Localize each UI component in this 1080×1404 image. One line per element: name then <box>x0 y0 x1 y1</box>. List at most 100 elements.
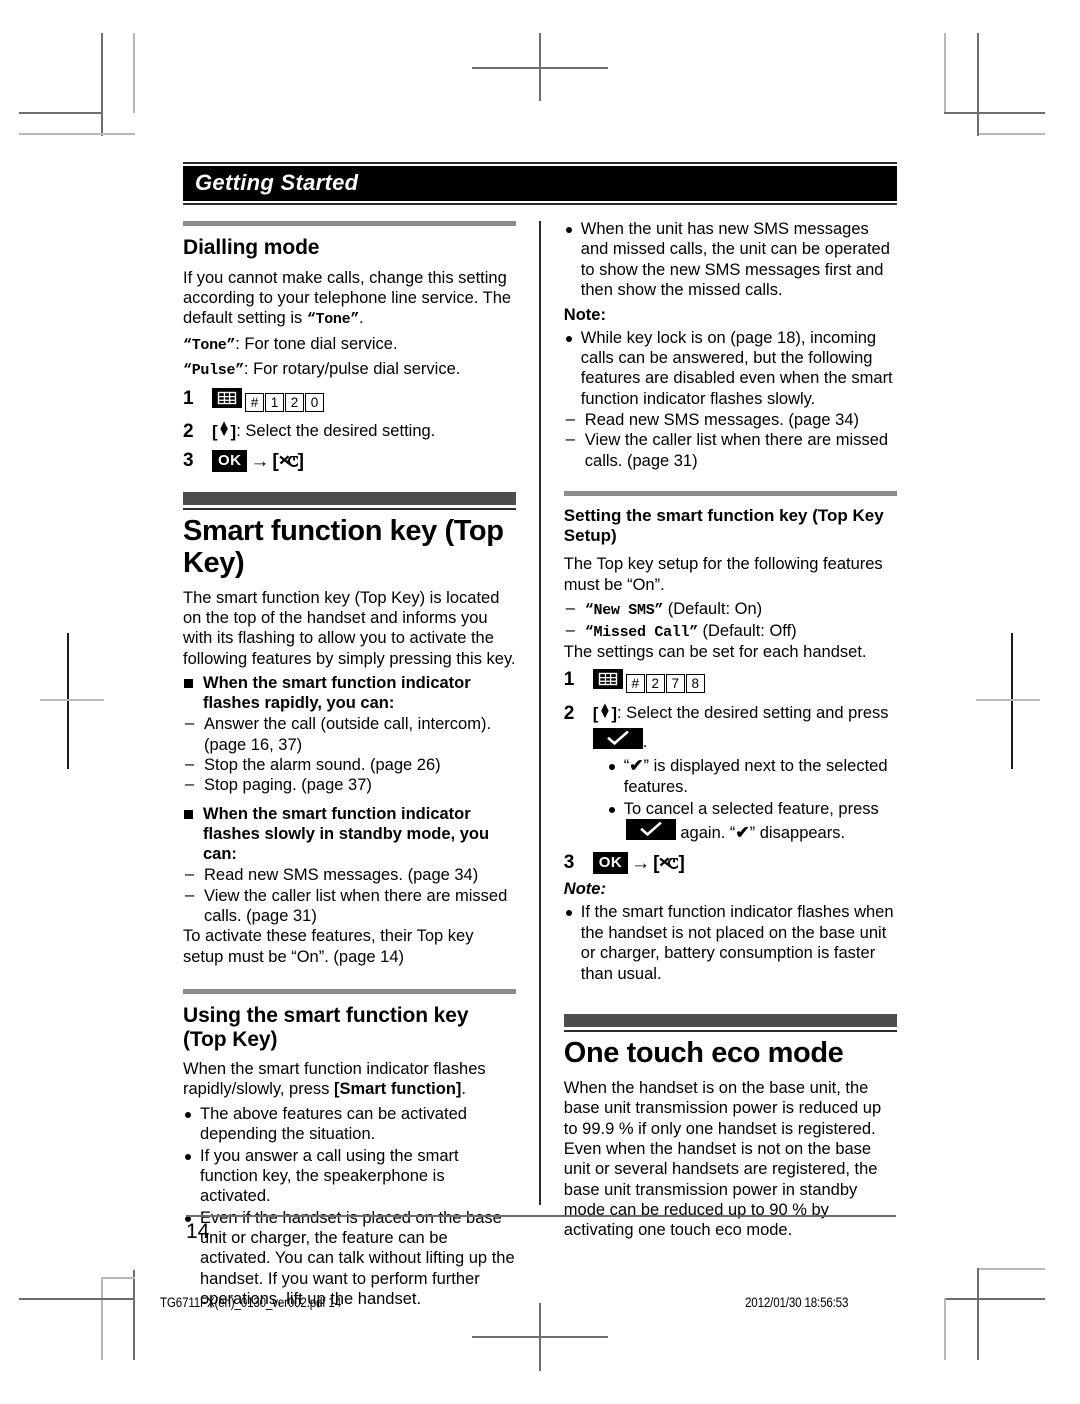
check-key-icon[interactable] <box>625 818 676 840</box>
dialling-tone-desc: : For tone dial service. <box>235 334 398 353</box>
power-off-key-icon[interactable]: [] <box>653 853 685 874</box>
crop-mark-bottom-left-v2 <box>101 1278 103 1360</box>
list-item: View the caller list when there are miss… <box>564 429 897 471</box>
page-number: 14 <box>186 1220 210 1243</box>
crop-mark-bottom-right-h2 <box>977 1268 1045 1270</box>
list-item: Answer the call (outside call, intercom)… <box>183 713 516 755</box>
check-key-period: . <box>642 732 648 751</box>
list-item: To cancel a selected feature, press agai… <box>607 799 897 844</box>
top-key-setup-step-1-number: 1 <box>563 669 575 691</box>
crop-mark-left-mid-v <box>67 633 69 769</box>
note-1-sub-items: Read new SMS messages. (page 34) View th… <box>564 409 897 471</box>
dialling-step-1: 1 #1 2 0 <box>183 387 516 414</box>
power-off-key-icon[interactable]: [] <box>272 451 304 472</box>
list-item: While key lock is on (page 18), incoming… <box>564 328 897 410</box>
key-2[interactable]: 2 <box>285 392 304 412</box>
top-key-setup-step-1: 1 #2 7 8 <box>564 669 897 695</box>
key-hash[interactable]: # <box>625 674 645 694</box>
crop-mark-bottom-left-h <box>19 1298 135 1300</box>
chapter-banner: Getting Started <box>183 166 897 202</box>
keypad-icon[interactable] <box>592 669 623 690</box>
key-hash[interactable]: # <box>245 392 264 412</box>
top-key-setup-note-bullets: If the smart function indicator flashes … <box>564 902 897 984</box>
heading-one-touch-eco-mode: One touch eco mode <box>563 1036 844 1069</box>
ok-key-icon[interactable]: OK <box>592 851 629 874</box>
crop-mark-top-left-v <box>101 33 103 113</box>
list-item: When the unit has new SMS messages and m… <box>564 219 897 301</box>
right-column: When the unit has new SMS messages and m… <box>550 219 897 1310</box>
smart-function-key-label[interactable]: [Smart function] <box>334 1080 461 1098</box>
dialling-step-1-keys: #1 2 0 <box>212 387 516 414</box>
top-key-setup-step-1-keys: #2 7 8 <box>592 669 897 695</box>
dialling-tone-key: “Tone” <box>183 336 236 354</box>
crop-mark-bottom-left-v <box>133 1270 135 1360</box>
subdot-1-b: ” is displayed next to the selected feat… <box>623 757 888 797</box>
crop-mark-top-right-h2 <box>977 133 1045 135</box>
dialling-step-2: 2 [▲ ▼]: Select the desired setting. <box>183 418 516 443</box>
divider-bar <box>183 491 517 505</box>
top-key-setup-intro-2: The settings can be set for each handset… <box>563 643 867 662</box>
crop-mark-right-mid-v <box>1011 633 1013 769</box>
key-0[interactable]: 0 <box>305 392 324 412</box>
column-divider <box>539 221 541 1206</box>
list-item: The above features can be activated depe… <box>183 1104 516 1145</box>
dialling-pulse-line: “Pulse”: For rotary/pulse dial service. <box>183 359 516 381</box>
crop-mark-bottom-right-v <box>977 1268 979 1360</box>
heading-smart-function-key: Smart function key (Top Key) <box>183 514 504 579</box>
arrow-icon: → <box>250 451 270 473</box>
top-key-setup-step-2-number: 2 <box>563 702 575 724</box>
crop-mark-bottom-left-h2 <box>101 1277 135 1279</box>
crop-mark-top-right-corner-v <box>977 112 979 136</box>
crop-mark-bottom-right-h <box>944 1298 1045 1300</box>
dialling-step-3-body: OK →[] <box>212 450 516 473</box>
key-1[interactable]: 1 <box>265 392 284 412</box>
divider-line <box>183 507 517 510</box>
list-item: Read new SMS messages. (page 34) <box>564 409 897 430</box>
note-label: Note: <box>563 305 606 324</box>
left-column: Dialling mode If you cannot make calls, … <box>183 219 530 1310</box>
navigator-key-icon[interactable]: [▲ ▼] <box>593 700 617 725</box>
section-divider-dialling-mode <box>183 221 517 227</box>
top-key-setup-step-2: 2 [▲ ▼]: Select the desired setting and p… <box>563 700 897 845</box>
crop-mark-top-left-corner-h <box>101 133 135 135</box>
dialling-step-3-number: 3 <box>183 450 194 472</box>
section-divider-using-smart-function-key <box>183 989 517 994</box>
keypad-icon[interactable] <box>212 387 242 408</box>
smart-rapid-block: When the smart function indicator flashe… <box>183 673 516 713</box>
imprint-timestamp: 2012/01/30 18:56:53 <box>745 1295 849 1310</box>
divider-bar <box>563 1013 897 1027</box>
header-rule-top <box>183 162 897 164</box>
crop-mark-right-mid-h <box>976 699 1040 701</box>
feature-missed-call-key: “Missed Call” <box>584 623 698 641</box>
key-7[interactable]: 7 <box>665 674 685 694</box>
section-divider-top-key-setup <box>563 491 897 497</box>
dialling-tone-line: “Tone”: For tone dial service. <box>183 334 516 356</box>
smart-rapid-items: Answer the call (outside call, intercom)… <box>183 713 516 796</box>
smart-function-key-intro: The smart function key (Top Key) is loca… <box>183 588 516 668</box>
subdot-2-a: To cancel a selected feature, press <box>623 799 879 818</box>
dialling-default-tone: “Tone” <box>306 311 360 329</box>
check-key-icon[interactable] <box>592 727 643 749</box>
top-key-setup-step-3-body: OK →[] <box>592 851 897 875</box>
right-top-bullets: When the unit has new SMS messages and m… <box>564 219 897 301</box>
crop-mark-top-right-h <box>944 112 1045 114</box>
key-8[interactable]: 8 <box>685 674 705 694</box>
top-key-setup-step-3: 3 OK →[] <box>564 851 897 875</box>
two-column-body: Dialling mode If you cannot make calls, … <box>183 219 897 1310</box>
list-item: View the caller list when there are miss… <box>183 885 516 927</box>
list-item: Stop paging. (page 37) <box>183 774 516 795</box>
heading-dialling-mode: Dialling mode <box>183 236 320 260</box>
feature-new-sms-default: (Default: On) <box>663 600 763 619</box>
crop-mark-bottom-right-v2 <box>944 1298 946 1360</box>
smart-slow-items: Read new SMS messages. (page 34) View th… <box>183 864 516 927</box>
dialling-step-2-body: [▲ ▼]: Select the desired setting. <box>212 418 516 443</box>
smart-slow-block: When the smart function indicator flashe… <box>183 804 516 864</box>
key-2[interactable]: 2 <box>645 674 665 694</box>
ok-key-icon[interactable]: OK <box>212 450 248 473</box>
navigator-key-icon[interactable]: [▲ ▼] <box>212 418 236 443</box>
dialling-step-2-number: 2 <box>183 421 194 443</box>
dialling-intro-period: . <box>359 309 364 328</box>
check-glyph-icon: ✔ <box>735 822 750 842</box>
dialling-step-2-text: : Select the desired setting. <box>236 422 436 441</box>
crop-mark-top-right-v <box>977 33 979 113</box>
